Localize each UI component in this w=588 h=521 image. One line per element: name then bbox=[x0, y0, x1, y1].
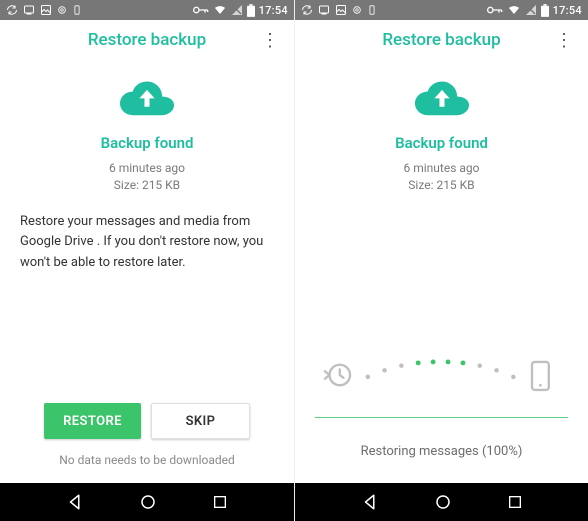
page-title: Restore backup bbox=[307, 30, 552, 50]
status-left-icons bbox=[301, 4, 377, 16]
status-clock: 17:54 bbox=[259, 4, 288, 17]
nav-recent-icon[interactable] bbox=[507, 494, 523, 510]
history-icon bbox=[325, 365, 350, 386]
nav-back-icon[interactable] bbox=[66, 493, 84, 511]
backup-found-title: Backup found bbox=[395, 134, 488, 152]
app-bar: Restore backup ⋮ bbox=[0, 20, 294, 60]
app-icon bbox=[367, 4, 377, 16]
sync-icon bbox=[6, 4, 18, 16]
app-bar: Restore backup ⋮ bbox=[295, 20, 588, 60]
status-bar: 17:54 bbox=[0, 0, 294, 20]
page-title: Restore backup bbox=[12, 30, 258, 50]
status-left-icons bbox=[6, 4, 82, 16]
backup-time: 6 minutes ago bbox=[109, 160, 185, 177]
status-clock: 17:54 bbox=[553, 4, 582, 17]
phone-icon bbox=[532, 362, 549, 390]
signal-off-icon bbox=[525, 4, 537, 16]
android-nav-bar bbox=[0, 483, 294, 521]
skip-button[interactable]: SKIP bbox=[151, 403, 250, 439]
backup-size: Size: 215 KB bbox=[404, 177, 480, 194]
image-icon bbox=[40, 4, 52, 16]
status-right-icons: 17:54 bbox=[487, 4, 582, 17]
progress-bar bbox=[315, 417, 568, 418]
status-right-icons: 17:54 bbox=[193, 4, 288, 17]
transfer-animation bbox=[315, 355, 568, 399]
cloud-upload-icon bbox=[415, 80, 469, 124]
nav-home-icon[interactable] bbox=[139, 493, 157, 511]
button-row: RESTORE SKIP bbox=[20, 403, 274, 453]
progress-area: Restoring messages (100%) bbox=[315, 355, 568, 477]
backup-meta: 6 minutes ago Size: 215 KB bbox=[404, 160, 480, 194]
location-icon bbox=[57, 4, 67, 16]
android-nav-bar bbox=[295, 483, 588, 521]
screen-restoring-progress: 17:54 Restore backup ⋮ Backup found 6 mi… bbox=[294, 0, 588, 521]
restore-description: Restore your messages and media from Goo… bbox=[20, 212, 274, 274]
nav-back-icon[interactable] bbox=[361, 493, 379, 511]
overflow-menu-icon[interactable]: ⋮ bbox=[552, 30, 576, 51]
backup-size: Size: 215 KB bbox=[109, 177, 185, 194]
content-area: Backup found 6 minutes ago Size: 215 KB … bbox=[0, 60, 294, 483]
restore-button[interactable]: RESTORE bbox=[44, 403, 141, 439]
overflow-menu-icon[interactable]: ⋮ bbox=[258, 30, 282, 51]
nav-home-icon[interactable] bbox=[434, 493, 452, 511]
footer-note: No data needs to be downloaded bbox=[59, 453, 235, 477]
wifi-icon bbox=[213, 4, 227, 16]
sync-icon bbox=[301, 4, 313, 16]
vpn-key-icon bbox=[487, 4, 503, 16]
battery-icon bbox=[247, 4, 255, 17]
message-icon bbox=[318, 4, 330, 16]
app-icon bbox=[72, 4, 82, 16]
wifi-icon bbox=[507, 4, 521, 16]
nav-recent-icon[interactable] bbox=[212, 494, 228, 510]
screen-restore-prompt: 17:54 Restore backup ⋮ Backup found 6 mi… bbox=[0, 0, 294, 521]
vpn-key-icon bbox=[193, 4, 209, 16]
cloud-upload-icon bbox=[120, 80, 174, 124]
message-icon bbox=[23, 4, 35, 16]
backup-meta: 6 minutes ago Size: 215 KB bbox=[109, 160, 185, 194]
battery-icon bbox=[541, 4, 549, 17]
signal-off-icon bbox=[231, 4, 243, 16]
location-icon bbox=[352, 4, 362, 16]
content-area: Backup found 6 minutes ago Size: 215 KB bbox=[295, 60, 588, 483]
progress-label: Restoring messages (100%) bbox=[361, 444, 523, 459]
backup-time: 6 minutes ago bbox=[404, 160, 480, 177]
image-icon bbox=[335, 4, 347, 16]
backup-found-title: Backup found bbox=[101, 134, 194, 152]
status-bar: 17:54 bbox=[295, 0, 588, 20]
